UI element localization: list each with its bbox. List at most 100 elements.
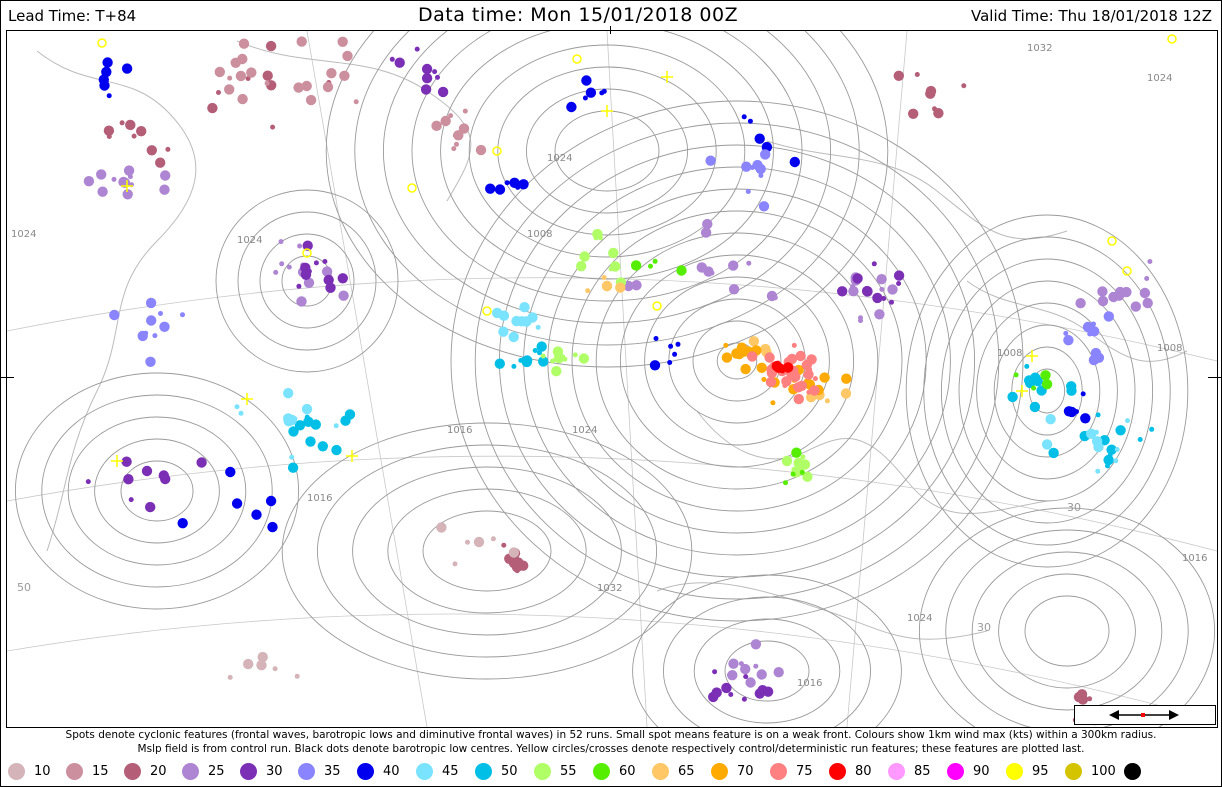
feature-spot	[1087, 696, 1093, 702]
feature-spot	[553, 352, 565, 364]
feature-spot	[551, 366, 562, 377]
feature-spot	[353, 99, 359, 105]
feature-spot	[702, 218, 713, 230]
feature-spot	[1087, 331, 1093, 337]
feature-spot	[158, 470, 169, 481]
feature-spot	[746, 260, 752, 266]
feature-spot	[227, 75, 233, 81]
isobar	[497, 66, 717, 236]
feature-spot	[508, 547, 520, 558]
feature-spot	[159, 184, 170, 195]
feature-spot	[283, 388, 294, 399]
feature-spot	[313, 260, 319, 266]
feature-spot	[96, 169, 107, 180]
legend-swatch	[770, 763, 787, 780]
feature-spot	[758, 201, 770, 212]
feature-spot	[608, 247, 619, 259]
feature-spot	[721, 352, 733, 363]
isobar	[41, 394, 273, 588]
feature-spot	[339, 70, 350, 81]
feature-spot	[1125, 418, 1130, 424]
isobar-label: 1016	[447, 425, 472, 436]
feature-spot	[1031, 385, 1037, 391]
feature-spot	[731, 348, 742, 359]
isobar-label: 1024	[1147, 73, 1172, 84]
feature-spot	[214, 66, 225, 78]
feature-spot	[601, 280, 613, 292]
feature-spot	[789, 156, 800, 168]
feature-spot	[852, 273, 863, 284]
feature-spot	[283, 413, 294, 424]
control-run-circle	[1167, 34, 1177, 44]
isobar	[554, 110, 660, 192]
isobar	[998, 573, 1136, 689]
feature-spot	[653, 336, 659, 341]
feature-spot	[292, 416, 298, 422]
feature-spot	[508, 331, 519, 343]
feature-spot	[566, 101, 577, 113]
feature-spot	[1093, 429, 1099, 435]
feature-spot	[145, 501, 156, 513]
feature-spot	[518, 357, 524, 363]
feature-spot	[296, 36, 307, 47]
feature-spot	[1147, 259, 1153, 264]
feature-spot	[159, 321, 170, 332]
feature-spot	[803, 369, 814, 380]
axis-tick-top	[610, 26, 611, 34]
deterministic-run-cross	[1016, 385, 1028, 397]
data-time: Data time: Mon 15/01/2018 00Z	[418, 4, 739, 26]
control-run-circle	[1107, 236, 1117, 246]
valid-time: Valid Time: Thu 18/01/2018 12Z	[971, 7, 1212, 25]
isobar-label: 1024	[907, 613, 932, 624]
feature-spot	[155, 157, 166, 168]
feature-spot	[848, 286, 859, 297]
legend-label: 35	[324, 764, 341, 779]
grid-label: 50	[17, 581, 31, 594]
isobar-label: 1016	[307, 493, 332, 504]
feature-spot	[158, 311, 163, 316]
isobar-label: 1016	[797, 678, 822, 689]
feature-spot	[782, 383, 788, 389]
legend-swatch	[1124, 763, 1141, 780]
feature-spot	[1114, 447, 1120, 452]
feature-spot	[740, 363, 751, 375]
feature-spot	[914, 72, 920, 77]
feature-spot	[540, 353, 546, 359]
feature-spot	[728, 658, 739, 669]
feature-spot	[762, 686, 774, 697]
feature-spot	[760, 149, 771, 160]
isobar	[918, 507, 1216, 727]
legend-swatch	[475, 763, 492, 780]
feature-spot	[728, 284, 740, 295]
feature-spot	[511, 315, 522, 327]
legend-label: 85	[914, 764, 931, 779]
feature-spot	[344, 409, 356, 420]
feature-spot	[809, 385, 820, 396]
feature-spot	[296, 283, 302, 289]
legend-swatch	[947, 763, 964, 780]
legend-swatch	[240, 763, 257, 780]
feature-spot	[709, 270, 715, 276]
feature-spot	[436, 522, 447, 533]
feature-spot	[1130, 301, 1142, 312]
feature-spot	[1048, 447, 1059, 459]
legend-label: 10	[34, 764, 51, 779]
control-run-circle	[572, 54, 582, 64]
control-run-circle	[492, 146, 502, 156]
feature-spot	[492, 307, 503, 319]
feature-spot	[421, 73, 433, 84]
feature-spot	[579, 251, 590, 262]
feature-spot	[601, 275, 607, 280]
control-run-circle	[97, 38, 107, 48]
feature-spot	[576, 261, 587, 272]
feature-spot	[872, 292, 883, 304]
feature-spot	[235, 70, 247, 82]
legend-swatch	[593, 763, 610, 780]
feature-spot	[841, 373, 852, 384]
feature-spot	[630, 260, 642, 271]
feature-spot	[1097, 295, 1109, 307]
deterministic-run-cross	[111, 455, 123, 467]
latitude-line	[7, 613, 1217, 722]
feature-spot	[1013, 372, 1019, 378]
isobar	[595, 232, 879, 490]
